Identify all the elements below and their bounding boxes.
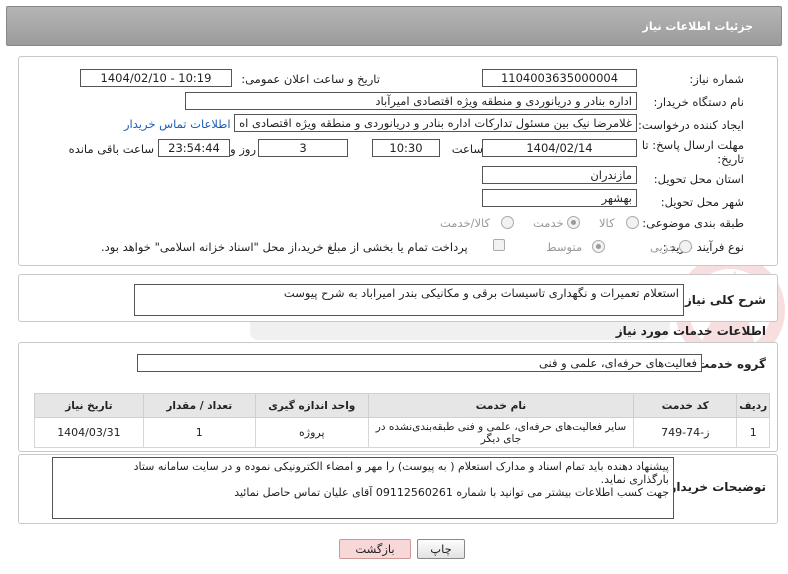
services-section-title: اطلاعات خدمات مورد نیاز (615, 324, 766, 338)
process-radio-medium[interactable] (592, 240, 605, 253)
process-minor-label: جزیی (650, 240, 677, 254)
province-label: استان محل تحویل: (653, 172, 744, 186)
category-radio-service[interactable] (567, 216, 580, 229)
summary-field[interactable]: استعلام تعمیرات و نگهداری تاسیسات برقی و… (134, 284, 684, 316)
remaining-time-field[interactable]: 23:54:44 (158, 139, 230, 157)
category-radio-goods[interactable] (626, 216, 639, 229)
buyer-notes-line-1: پیشنهاد دهنده باید تمام اسناد و مدارک اس… (133, 460, 669, 473)
treasury-checkbox[interactable] (493, 239, 505, 251)
days-label: روز و (230, 142, 256, 156)
category-goods-service-label: کالا/خدمت (440, 216, 491, 230)
cell-row: 1 (736, 417, 770, 448)
col-qty: تعداد / مقدار (142, 393, 256, 418)
service-group-label: گروه خدمت: (692, 357, 766, 371)
cell-name: سایر فعالیت‌های حرفه‌ای، علمی و فنی طبقه… (367, 417, 635, 448)
buyer-org-label: نام دستگاه خریدار: (653, 95, 744, 109)
province-field[interactable]: مازندران (482, 166, 637, 184)
buyer-notes-label: توضیحات خریدار: (664, 480, 766, 494)
deadline-time-label: ساعت (451, 142, 483, 156)
col-row: ردیف (736, 393, 770, 418)
table-row[interactable]: 1 ز-74-749 سایر فعالیت‌های حرفه‌ای، علمی… (34, 417, 770, 448)
page-header: جزئیات اطلاعات نیاز (6, 6, 782, 46)
days-remaining-field[interactable]: 3 (258, 139, 348, 157)
cell-date: 1404/03/31 (34, 417, 144, 448)
services-table: ردیف کد خدمت نام خدمت واحد اندازه گیری ت… (34, 393, 770, 448)
payment-note: پرداخت تمام یا بخشی از مبلغ خرید،از محل … (101, 240, 468, 254)
announce-field[interactable]: 1404/02/10 - 10:19 (80, 69, 232, 87)
page-title: جزئیات اطلاعات نیاز (642, 20, 754, 33)
announce-label: تاریخ و ساعت اعلان عمومی: (241, 72, 380, 86)
remaining-label: ساعت باقی مانده (68, 142, 154, 156)
deadline-label-date: تاریخ: (717, 152, 744, 166)
col-date: تاریخ نیاز (34, 393, 144, 418)
deadline-date-field[interactable]: 1404/02/14 (482, 139, 637, 157)
summary-label: شرح کلی نیاز: (680, 293, 766, 307)
buyer-org-field[interactable]: اداره بنادر و دریانوردی و منطقه ویژه اقت… (185, 92, 637, 110)
buyer-notes-field[interactable]: پیشنهاد دهنده باید تمام اسناد و مدارک اس… (52, 457, 674, 519)
deadline-label: مهلت ارسال پاسخ: تا (641, 138, 744, 152)
cell-unit: پروژه (254, 417, 369, 448)
cell-qty: 1 (142, 417, 256, 448)
deadline-time-field[interactable]: 10:30 (372, 139, 440, 157)
need-number-field[interactable]: 1104003635000004 (482, 69, 637, 87)
category-goods-label: کالا (599, 216, 615, 230)
buyer-notes-line-3: جهت کسب اطلاعات بیشتر می توانید با شماره… (234, 486, 669, 499)
city-label: شهر محل تحویل: (660, 195, 744, 209)
category-radio-goods-service[interactable] (501, 216, 514, 229)
back-button[interactable]: بازگشت (339, 539, 411, 559)
col-unit: واحد اندازه گیری (254, 393, 369, 418)
service-group-field[interactable]: فعالیت‌های حرفه‌ای، علمی و فنی (137, 354, 702, 372)
category-label: طبقه بندی موضوعی: (642, 216, 744, 230)
table-header-row: ردیف کد خدمت نام خدمت واحد اندازه گیری ت… (34, 393, 770, 418)
city-field[interactable]: بهشهر (482, 189, 637, 207)
buyer-contact-link[interactable]: اطلاعات تماس خریدار (124, 117, 231, 131)
col-name: نام خدمت (367, 393, 635, 418)
need-info-panel (18, 56, 778, 266)
creator-label: ایجاد کننده درخواست: (638, 118, 744, 132)
creator-field[interactable]: غلامرضا نیک بین مسئول تدارکات اداره بناد… (234, 114, 637, 132)
category-service-label: خدمت (533, 216, 564, 230)
process-radio-minor[interactable] (679, 240, 692, 253)
buyer-notes-line-2: بارگذاری نماید. (600, 473, 669, 486)
print-button[interactable]: چاپ (417, 539, 465, 559)
cell-code: ز-74-749 (633, 417, 738, 448)
need-number-label: شماره نیاز: (689, 72, 744, 86)
col-code: کد خدمت (633, 393, 738, 418)
process-medium-label: متوسط (546, 240, 583, 254)
